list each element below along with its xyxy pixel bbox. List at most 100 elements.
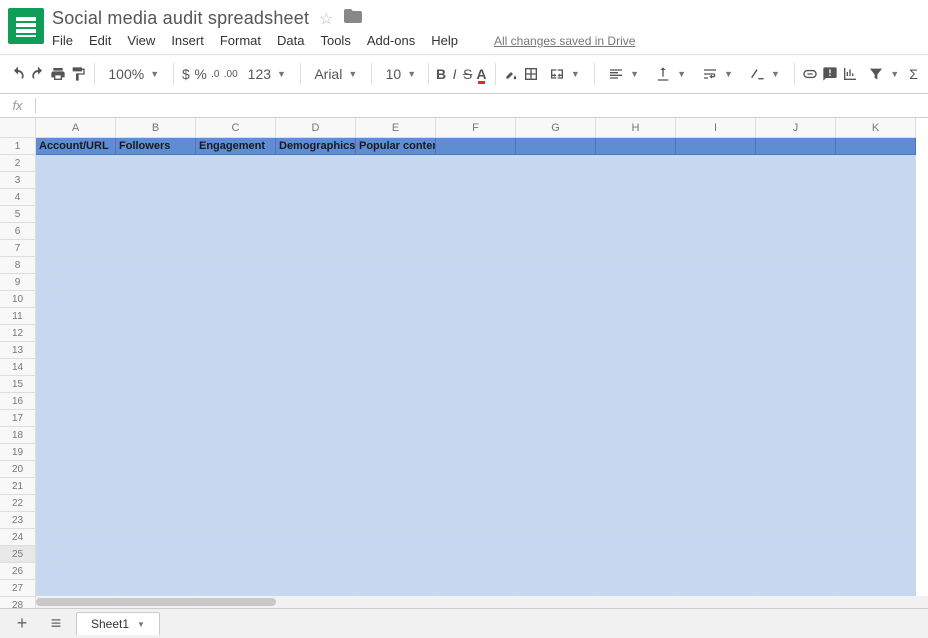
row-head-23[interactable]: 23 [0,512,36,529]
cell-D15[interactable] [276,376,356,393]
cell-H25[interactable] [596,546,676,563]
redo-icon[interactable] [30,62,46,86]
doc-title[interactable]: Social media audit spreadsheet [52,8,309,29]
cell-F12[interactable] [436,325,516,342]
cell-J15[interactable] [756,376,836,393]
cell-H18[interactable] [596,427,676,444]
cell-D21[interactable] [276,478,356,495]
cell-I26[interactable] [676,563,756,580]
cell-B21[interactable] [116,478,196,495]
cell-C3[interactable] [196,172,276,189]
menu-view[interactable]: View [127,33,155,48]
cell-E21[interactable] [356,478,436,495]
cell-I10[interactable] [676,291,756,308]
row-head-18[interactable]: 18 [0,427,36,444]
number-format-button[interactable]: 123▼ [242,62,292,86]
cell-J10[interactable] [756,291,836,308]
cell-I3[interactable] [676,172,756,189]
cell-G27[interactable] [516,580,596,597]
cell-E6[interactable] [356,223,436,240]
cell-A16[interactable] [36,393,116,410]
cell-A22[interactable] [36,495,116,512]
dec-increase-button[interactable]: .00 [224,62,238,86]
row-head-27[interactable]: 27 [0,580,36,597]
row-head-2[interactable]: 2 [0,155,36,172]
col-head-B[interactable]: B [116,118,196,138]
cell-C14[interactable] [196,359,276,376]
cell-G16[interactable] [516,393,596,410]
cell-J17[interactable] [756,410,836,427]
cell-C4[interactable] [196,189,276,206]
cell-F13[interactable] [436,342,516,359]
cell-J22[interactable] [756,495,836,512]
cell-F5[interactable] [436,206,516,223]
cell-F11[interactable] [436,308,516,325]
cell-F7[interactable] [436,240,516,257]
cell-K13[interactable] [836,342,916,359]
cell-H7[interactable] [596,240,676,257]
cell-G23[interactable] [516,512,596,529]
cell-E4[interactable] [356,189,436,206]
cell-J12[interactable] [756,325,836,342]
cell-A15[interactable] [36,376,116,393]
cell-H16[interactable] [596,393,676,410]
cell-K25[interactable] [836,546,916,563]
col-head-A[interactable]: A [36,118,116,138]
cell-H19[interactable] [596,444,676,461]
cell-F25[interactable] [436,546,516,563]
cell-E14[interactable] [356,359,436,376]
cell-B12[interactable] [116,325,196,342]
cell-G9[interactable] [516,274,596,291]
cell-D17[interactable] [276,410,356,427]
col-head-C[interactable]: C [196,118,276,138]
cell-I1[interactable] [676,138,756,155]
row-head-12[interactable]: 12 [0,325,36,342]
cell-B8[interactable] [116,257,196,274]
cell-I25[interactable] [676,546,756,563]
cell-K19[interactable] [836,444,916,461]
row-head-5[interactable]: 5 [0,206,36,223]
cell-E17[interactable] [356,410,436,427]
cell-C26[interactable] [196,563,276,580]
cell-A13[interactable] [36,342,116,359]
cell-C13[interactable] [196,342,276,359]
cell-G20[interactable] [516,461,596,478]
cell-D1[interactable]: Demographics [276,138,356,155]
cell-I2[interactable] [676,155,756,172]
cell-H23[interactable] [596,512,676,529]
select-all-corner[interactable] [0,118,36,138]
rotate-button[interactable]: ▼ [743,62,786,86]
cell-A1[interactable]: Account/URL [36,138,116,155]
cell-E1[interactable]: Popular content [356,138,436,155]
print-icon[interactable] [50,62,66,86]
cell-J3[interactable] [756,172,836,189]
percent-button[interactable]: % [194,62,206,86]
paint-format-icon[interactable] [70,62,86,86]
cell-G19[interactable] [516,444,596,461]
menu-edit[interactable]: Edit [89,33,111,48]
cell-E5[interactable] [356,206,436,223]
col-head-G[interactable]: G [516,118,596,138]
comment-icon[interactable] [822,62,838,86]
cell-K22[interactable] [836,495,916,512]
cell-G25[interactable] [516,546,596,563]
cell-F3[interactable] [436,172,516,189]
cell-K8[interactable] [836,257,916,274]
cell-I17[interactable] [676,410,756,427]
cell-J21[interactable] [756,478,836,495]
cell-J8[interactable] [756,257,836,274]
cell-A2[interactable] [36,155,116,172]
cell-H20[interactable] [596,461,676,478]
cell-F6[interactable] [436,223,516,240]
cell-G5[interactable] [516,206,596,223]
cell-A14[interactable] [36,359,116,376]
cell-B7[interactable] [116,240,196,257]
cell-H4[interactable] [596,189,676,206]
cell-D3[interactable] [276,172,356,189]
cell-J14[interactable] [756,359,836,376]
cell-C18[interactable] [196,427,276,444]
row-head-1[interactable]: 1 [0,138,36,155]
cell-H6[interactable] [596,223,676,240]
cell-A18[interactable] [36,427,116,444]
cell-J1[interactable] [756,138,836,155]
